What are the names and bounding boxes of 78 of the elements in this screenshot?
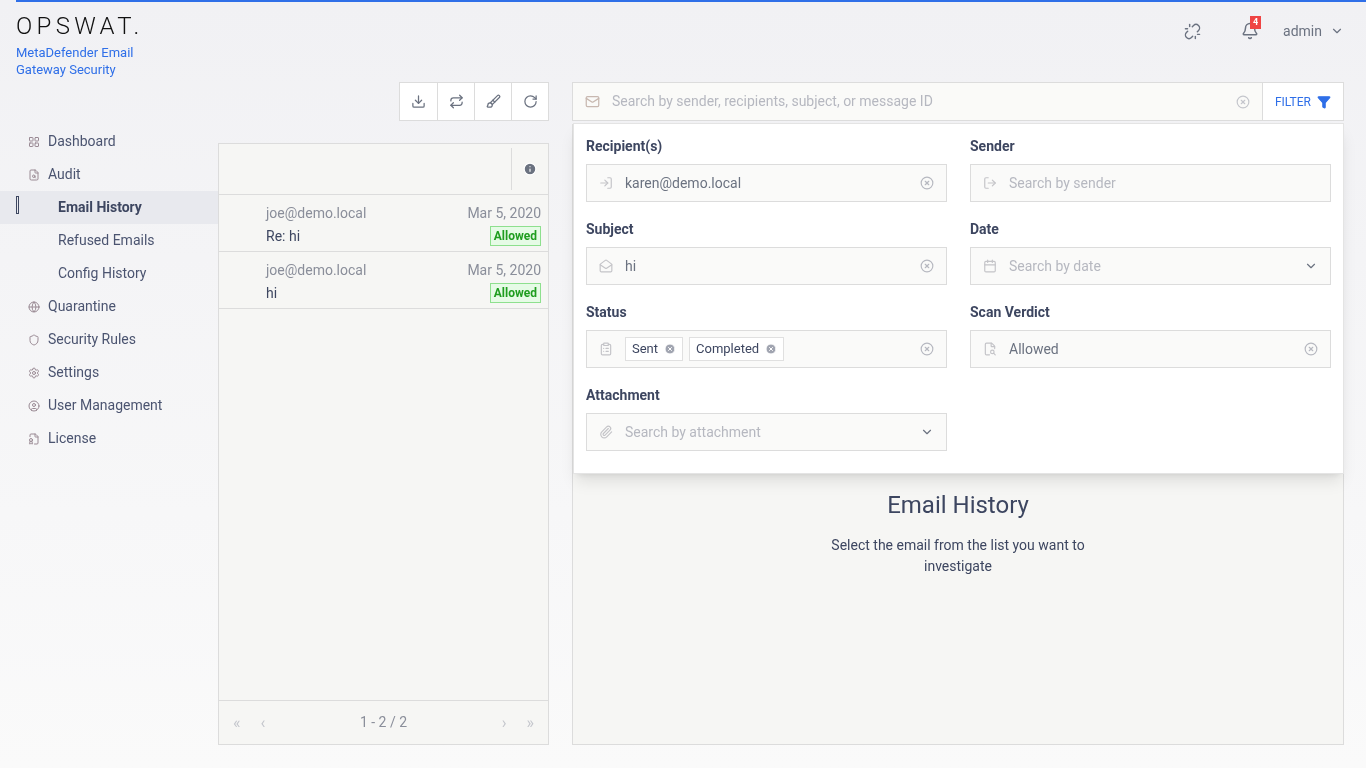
email-date: Mar 5, 2020 bbox=[467, 204, 541, 223]
user-circle-icon bbox=[28, 399, 40, 412]
clear-icon[interactable] bbox=[920, 342, 934, 356]
unlink-icon[interactable] bbox=[1184, 22, 1202, 40]
clear-icon[interactable] bbox=[920, 259, 934, 273]
email-sender: joe@demo.local bbox=[266, 204, 367, 223]
user-menu[interactable]: admin bbox=[1283, 20, 1344, 42]
field-placeholder: Search by date bbox=[1009, 256, 1102, 276]
filter-field[interactable]: karen@demo.local bbox=[586, 164, 947, 202]
email-date: Mar 5, 2020 bbox=[467, 261, 541, 280]
shield-icon bbox=[28, 333, 40, 346]
brush-icon bbox=[485, 94, 501, 109]
field-value: karen@demo.local bbox=[625, 173, 743, 193]
remove-icon[interactable] bbox=[664, 343, 677, 355]
field-label: Subject bbox=[586, 220, 635, 239]
paperclip-icon bbox=[599, 425, 613, 439]
repeat-icon bbox=[448, 94, 464, 109]
page-range: 1 - 2 / 2 bbox=[358, 713, 409, 732]
verdict-badge: Allowed bbox=[489, 283, 541, 303]
field-placeholder: Search by sender bbox=[1009, 173, 1117, 193]
gear-icon bbox=[28, 366, 40, 379]
email-sender: joe@demo.local bbox=[266, 261, 367, 280]
filter-icon bbox=[1317, 94, 1331, 109]
sidebar-item[interactable]: User Management bbox=[0, 389, 218, 422]
sidebar-item[interactable]: Audit bbox=[0, 158, 218, 191]
notification-badge: 4 bbox=[1250, 16, 1262, 29]
sidebar-item[interactable]: Config History bbox=[0, 257, 218, 290]
sidebar-item[interactable]: Settings bbox=[0, 356, 218, 389]
sidebar-item[interactable]: Refused Emails bbox=[0, 224, 218, 257]
field-placeholder: Search by attachment bbox=[625, 422, 762, 442]
field-label: Attachment bbox=[586, 386, 661, 405]
remove-icon[interactable] bbox=[765, 343, 778, 355]
download-icon bbox=[411, 94, 426, 109]
verdict-badge: Allowed bbox=[489, 226, 541, 246]
sidebar-item[interactable]: Dashboard bbox=[0, 125, 218, 158]
status-tag: Completed bbox=[689, 337, 785, 361]
grid-icon bbox=[28, 135, 40, 148]
field-value: hi bbox=[625, 256, 638, 276]
clear-icon[interactable] bbox=[1304, 342, 1318, 356]
field-value: Allowed bbox=[1009, 339, 1060, 359]
filter-field[interactable]: Allowed bbox=[970, 330, 1331, 368]
status-tag: Sent bbox=[625, 337, 684, 361]
info-icon[interactable] bbox=[523, 162, 537, 176]
sign-in-icon bbox=[599, 176, 613, 190]
email-subject: hi bbox=[266, 284, 279, 303]
document-search-icon bbox=[28, 168, 40, 181]
email-subject: Re: hi bbox=[266, 227, 302, 246]
filter-button[interactable]: FILTER bbox=[1261, 82, 1344, 121]
logo: OPSWAT. bbox=[16, 14, 145, 38]
clipboard-icon bbox=[599, 342, 613, 356]
filter-field[interactable]: hi bbox=[586, 247, 947, 285]
filter-field[interactable]: Sent Completed bbox=[586, 330, 947, 368]
sidebar-item[interactable]: License bbox=[0, 422, 218, 455]
details-message: Select the email from the list you want to investigate bbox=[830, 536, 1086, 576]
sign-out-icon bbox=[983, 176, 997, 190]
calendar-icon bbox=[983, 259, 997, 273]
product-name: MetaDefender Email Gateway Security bbox=[16, 44, 135, 78]
refresh-icon bbox=[522, 94, 538, 109]
sidebar-item[interactable]: Email History bbox=[0, 191, 218, 224]
clear-icon[interactable] bbox=[920, 176, 934, 190]
sidebar-item[interactable]: Quarantine bbox=[0, 290, 218, 323]
details-title: Email History bbox=[887, 490, 1029, 521]
search-placeholder: Search by sender, recipients, subject, or message ID bbox=[612, 92, 934, 111]
field-label: Recipient(s) bbox=[586, 137, 664, 156]
envelope-icon bbox=[599, 259, 613, 273]
document-search-icon bbox=[983, 342, 997, 356]
envelope-icon bbox=[585, 94, 600, 109]
field-label: Scan Verdict bbox=[970, 303, 1051, 322]
field-label: Date bbox=[970, 220, 1000, 239]
selection-marker bbox=[16, 196, 19, 214]
globe-icon bbox=[28, 300, 40, 313]
email-row[interactable]: joe@demo.local hi Mar 5, 2020 Allowed bbox=[219, 252, 548, 309]
sidebar-item[interactable]: Security Rules bbox=[0, 323, 218, 356]
field-label: Sender bbox=[970, 137, 1016, 156]
clear-icon[interactable] bbox=[1235, 94, 1250, 109]
document-icon bbox=[28, 432, 40, 445]
email-row[interactable]: joe@demo.local Re: hi Mar 5, 2020 Allowed bbox=[219, 195, 548, 252]
field-label: Status bbox=[586, 303, 628, 322]
